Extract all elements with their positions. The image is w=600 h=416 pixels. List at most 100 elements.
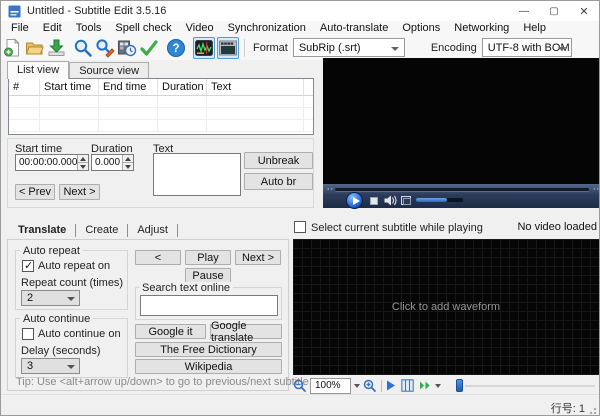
seek-bar[interactable]: [335, 188, 589, 191]
auto-br-button[interactable]: Auto br: [244, 173, 313, 190]
resize-grip[interactable]: [587, 405, 597, 415]
waveform-toggle-icon[interactable]: [193, 36, 215, 59]
next-button[interactable]: Next >: [59, 184, 100, 200]
chevron-down-icon: [67, 365, 75, 369]
zoom-in-icon[interactable]: [363, 379, 377, 393]
menu-video[interactable]: Video: [179, 21, 221, 35]
menu-spell-check[interactable]: Spell check: [108, 21, 178, 35]
spell-check-icon[interactable]: [138, 37, 160, 59]
chevron-down-icon[interactable]: [435, 383, 441, 388]
app-window: Untitled - Subtitle Edit 3.5.16 — ▢ ✕ Fi…: [0, 0, 600, 416]
auto-repeat-title: Auto repeat: [20, 245, 83, 257]
tab-create[interactable]: Create: [76, 223, 129, 237]
find-icon[interactable]: [72, 37, 94, 59]
menu-tools[interactable]: Tools: [69, 21, 109, 35]
tab-source-view[interactable]: Source view: [69, 62, 150, 79]
menu-networking[interactable]: Networking: [447, 21, 516, 35]
volume-fill: [416, 198, 447, 202]
app-logo-icon: [8, 5, 21, 17]
delay-select[interactable]: 3: [21, 358, 80, 374]
svg-text:?: ?: [172, 43, 179, 55]
format-label: Format: [253, 41, 288, 54]
play-icon[interactable]: [346, 192, 363, 209]
visual-sync-icon[interactable]: [116, 37, 138, 59]
replace-icon[interactable]: [94, 37, 116, 59]
volume-slider[interactable]: [416, 198, 463, 202]
prev-button[interactable]: < Prev: [15, 184, 55, 200]
subtitle-text-input[interactable]: [153, 153, 241, 196]
next-subtitle-button[interactable]: Next >: [235, 250, 281, 265]
title-bar[interactable]: Untitled - Subtitle Edit 3.5.16 — ▢ ✕: [1, 1, 599, 21]
chevron-down-icon: [67, 297, 75, 301]
column-end-time[interactable]: End time: [99, 79, 158, 95]
auto-repeat-checkbox[interactable]: [22, 259, 34, 272]
wikipedia-button[interactable]: Wikipedia: [135, 359, 282, 374]
video-screen[interactable]: [323, 58, 599, 184]
pause-button[interactable]: Pause: [185, 268, 231, 283]
vertical-zoom-icon[interactable]: [401, 379, 414, 392]
auto-repeat-checkbox-label: Auto repeat on: [38, 260, 111, 272]
encoding-select[interactable]: UTF-8 with BOM: [481, 38, 572, 57]
speed-slider-thumb[interactable]: [456, 379, 463, 392]
fullscreen-icon[interactable]: [401, 196, 411, 205]
zoom-value: 100%: [315, 379, 341, 391]
menu-synchronization[interactable]: Synchronization: [221, 21, 313, 35]
unbreak-button[interactable]: Unbreak: [244, 152, 313, 169]
list-view-tabs: List view Source view: [7, 61, 150, 79]
column-start-time[interactable]: Start time: [40, 79, 99, 95]
play-rate-play-icon[interactable]: [386, 380, 396, 391]
delay-label: Delay (seconds): [21, 345, 101, 357]
waveform-zoom-select[interactable]: 100%: [310, 377, 351, 394]
close-button[interactable]: ✕: [569, 1, 599, 21]
stop-icon[interactable]: [370, 197, 378, 205]
seek-right-marks: ●●: [593, 186, 600, 191]
google-translate-button[interactable]: Google translate: [210, 320, 282, 344]
minimize-button[interactable]: —: [509, 1, 539, 21]
tab-adjust[interactable]: Adjust: [128, 223, 178, 237]
menu-edit[interactable]: Edit: [36, 21, 69, 35]
maximize-button[interactable]: ▢: [539, 1, 569, 21]
menu-options[interactable]: Options: [395, 21, 447, 35]
back-button[interactable]: <: [135, 250, 181, 265]
new-file-icon[interactable]: [1, 37, 23, 59]
google-it-button[interactable]: Google it: [135, 324, 206, 339]
speed-slider-track[interactable]: [465, 384, 595, 387]
subtitle-edit-panel: Start time 00:00:00.000 Duration 0.000 T…: [7, 138, 314, 208]
video-toggle-icon[interactable]: [217, 36, 239, 59]
help-icon[interactable]: ?: [165, 37, 187, 59]
volume-icon[interactable]: [384, 195, 397, 206]
menu-file[interactable]: File: [4, 21, 36, 35]
zoom-out-icon[interactable]: [293, 379, 307, 393]
menu-help[interactable]: Help: [516, 21, 553, 35]
spinner-arrows-icon[interactable]: [77, 155, 88, 170]
no-video-loaded-text: No video loaded: [517, 221, 597, 233]
tab-translate[interactable]: Translate: [9, 223, 77, 237]
column-text[interactable]: Text: [207, 79, 304, 95]
column-duration[interactable]: Duration: [158, 79, 207, 95]
save-icon[interactable]: [45, 37, 67, 59]
column-number[interactable]: #: [9, 79, 40, 95]
format-select[interactable]: SubRip (.srt): [292, 38, 405, 57]
start-time-stepper[interactable]: 00:00:00.000: [15, 154, 89, 171]
subtitle-list[interactable]: # Start time End time Duration Text: [8, 78, 314, 135]
auto-continue-group: Auto continue Auto continue on Delay (se…: [15, 313, 128, 378]
playback-speed-icon[interactable]: [419, 380, 432, 391]
play-button[interactable]: Play: [185, 250, 231, 265]
search-text-input[interactable]: [140, 295, 278, 316]
waveform-area[interactable]: Click to add waveform: [293, 239, 599, 375]
select-current-subtitle-checkbox[interactable]: [294, 221, 306, 233]
repeat-count-select[interactable]: 2: [21, 290, 80, 306]
line-number-status: 行号: 1: [550, 403, 585, 415]
chevron-down-icon[interactable]: [354, 383, 360, 388]
menu-auto-translate[interactable]: Auto-translate: [313, 21, 395, 35]
waveform-toolbar: 100%: [293, 377, 599, 394]
spinner-arrows-icon[interactable]: [122, 155, 133, 170]
tab-list-view[interactable]: List view: [7, 61, 70, 79]
open-file-icon[interactable]: [23, 37, 45, 59]
duration-stepper[interactable]: 0.000: [91, 154, 134, 171]
auto-continue-checkbox[interactable]: [22, 328, 34, 340]
video-player: ●● ●●: [323, 58, 600, 209]
search-online-group: Search text online: [135, 282, 282, 320]
free-dictionary-button[interactable]: The Free Dictionary: [135, 342, 282, 357]
auto-continue-checkbox-label: Auto continue on: [38, 328, 121, 340]
